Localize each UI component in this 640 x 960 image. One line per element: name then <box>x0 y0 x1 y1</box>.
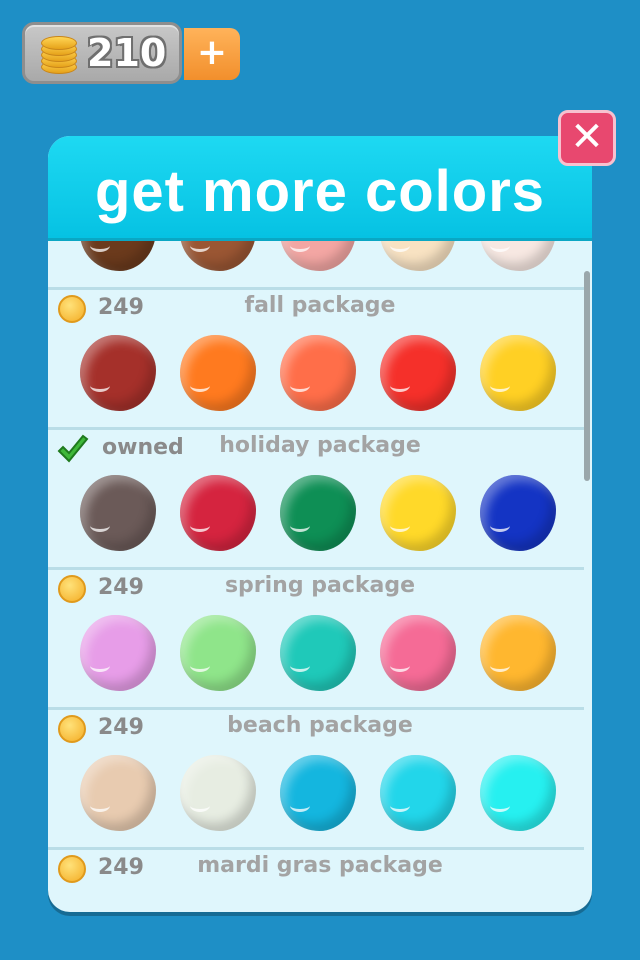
coin-count: 210 <box>87 31 167 75</box>
package-row-partial[interactable] <box>48 241 584 290</box>
color-swatch[interactable] <box>80 241 156 271</box>
package-header: spring package 249 <box>48 573 584 609</box>
color-swatch[interactable] <box>80 615 156 691</box>
color-swatches <box>80 755 560 835</box>
color-swatch[interactable] <box>80 475 156 551</box>
color-swatch[interactable] <box>280 755 356 831</box>
package-row[interactable]: beach package 249 <box>48 707 584 850</box>
package-row[interactable]: fall package 249 <box>48 287 584 430</box>
color-swatch[interactable] <box>280 335 356 411</box>
color-swatch[interactable] <box>380 615 456 691</box>
colors-dialog: get more colors fall package 249 holiday p… <box>48 136 592 912</box>
scrollbar[interactable] <box>584 271 590 481</box>
dialog-title: get more colors <box>94 159 546 224</box>
color-swatch[interactable] <box>380 475 456 551</box>
color-swatch[interactable] <box>480 475 556 551</box>
coin-balance: 210 <box>22 22 182 84</box>
package-header: mardi gras package 249 <box>48 853 584 889</box>
color-swatches <box>80 475 560 555</box>
package-header: fall package 249 <box>48 293 584 329</box>
color-swatch[interactable] <box>80 335 156 411</box>
color-swatch[interactable] <box>180 241 256 271</box>
color-swatch[interactable] <box>480 615 556 691</box>
color-swatch[interactable] <box>180 335 256 411</box>
coin-icon <box>58 295 86 323</box>
coin-icon <box>58 715 86 743</box>
color-swatches <box>80 335 560 415</box>
package-price: 249 <box>98 855 144 880</box>
checkmark-icon <box>57 434 89 463</box>
package-price: 249 <box>98 295 144 320</box>
color-swatch[interactable] <box>80 755 156 831</box>
dialog-header: get more colors <box>48 136 592 241</box>
color-swatch[interactable] <box>380 241 456 271</box>
buy-coins-button[interactable]: + <box>184 28 240 80</box>
package-header: beach package 249 <box>48 713 584 749</box>
color-swatch[interactable] <box>180 755 256 831</box>
owned-label: owned <box>102 435 184 460</box>
package-row[interactable]: spring package 249 <box>48 567 584 710</box>
close-button[interactable]: ✕ <box>558 110 616 166</box>
color-swatch[interactable] <box>280 615 356 691</box>
package-price: 249 <box>98 575 144 600</box>
color-swatch[interactable] <box>180 615 256 691</box>
coin-icon <box>58 575 86 603</box>
color-swatch[interactable] <box>280 475 356 551</box>
package-header: holiday package owned <box>48 433 584 469</box>
package-row[interactable]: mardi gras package 249 <box>48 847 584 912</box>
package-row[interactable]: holiday package owned <box>48 427 584 570</box>
coin-icon <box>58 855 86 883</box>
color-swatch[interactable] <box>480 335 556 411</box>
color-swatch[interactable] <box>380 335 456 411</box>
color-swatches <box>80 241 560 275</box>
color-swatches <box>80 615 560 695</box>
package-price: 249 <box>98 715 144 740</box>
color-swatch[interactable] <box>380 755 456 831</box>
coin-stack-icon <box>41 36 77 74</box>
color-swatch[interactable] <box>480 241 556 271</box>
color-swatch[interactable] <box>480 755 556 831</box>
color-swatch[interactable] <box>180 475 256 551</box>
package-list[interactable]: fall package 249 holiday package owned sprin… <box>48 241 592 912</box>
color-swatch[interactable] <box>280 241 356 271</box>
